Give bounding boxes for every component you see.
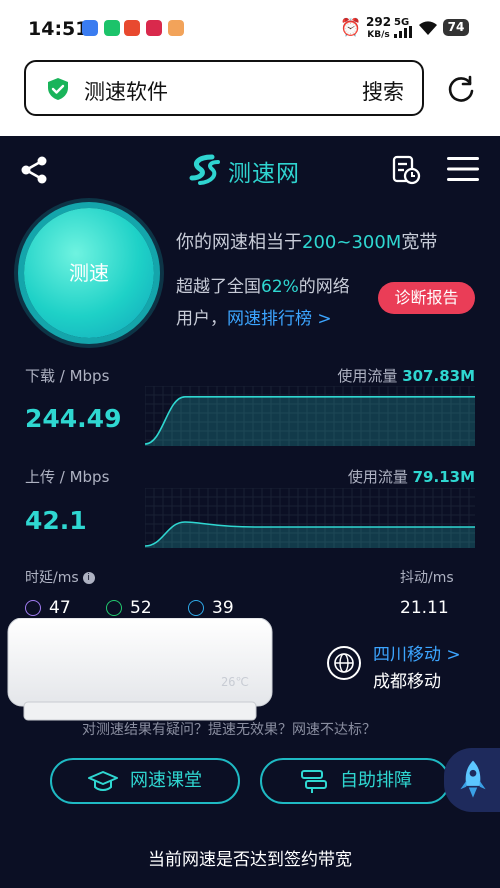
jitter-label: 抖动/ms xyxy=(400,570,454,586)
app-notification-icon xyxy=(82,20,98,36)
signpost-icon xyxy=(301,770,327,793)
upload-label: 上传 / Mbps xyxy=(25,468,110,486)
speed-classroom-button[interactable]: 网速课堂 xyxy=(50,758,240,804)
refresh-icon[interactable] xyxy=(446,74,476,104)
globe-icon xyxy=(327,646,361,680)
latency-label: 时延/ms i xyxy=(25,567,95,587)
app-title: 测速网 xyxy=(228,161,300,187)
exceed-suffix: 的网络 xyxy=(298,277,350,297)
up-latency-number: 39 xyxy=(212,598,234,618)
summary-suffix: 宽带 xyxy=(401,232,438,253)
download-usage-label: 使用流量 xyxy=(337,367,398,385)
shop-notification-icon xyxy=(124,20,140,36)
jitter-value: 21.11 xyxy=(400,598,449,618)
search-query[interactable]: 测速软件 xyxy=(84,76,168,106)
history-icon[interactable] xyxy=(390,154,422,186)
upload-arrow-icon xyxy=(188,600,204,616)
speed-classroom-label: 网速课堂 xyxy=(130,770,202,791)
download-arrow-icon xyxy=(106,600,122,616)
app-header: 测速网 xyxy=(0,136,500,206)
air-conditioner-ad[interactable]: 26℃ xyxy=(6,618,274,724)
upload-speed: 42.1 xyxy=(25,506,87,535)
rank-text: 用户，网速排行榜 > xyxy=(176,304,332,329)
up-latency: 39 xyxy=(188,598,234,618)
share-icon[interactable] xyxy=(18,154,50,186)
download-usage-value: 307.83M xyxy=(402,367,475,385)
carrier-city: 成都移动 xyxy=(373,672,441,692)
wifi-icon xyxy=(419,21,437,35)
ranking-link[interactable]: 网速排行榜 > xyxy=(227,309,332,329)
logo-icon xyxy=(189,154,220,185)
rocket-icon xyxy=(460,760,486,798)
video-notification-icon xyxy=(146,20,162,36)
status-time: 14:51 xyxy=(28,18,89,40)
download-label: 下载 / Mbps xyxy=(25,367,110,385)
alarm-icon: ⏰ xyxy=(340,18,362,38)
download-speed: 244.49 xyxy=(25,404,122,433)
ping-value: 47 xyxy=(25,598,71,618)
ping-icon xyxy=(25,600,41,616)
menu-icon[interactable] xyxy=(447,156,479,182)
summary-prefix: 你的网速相当于 xyxy=(176,232,302,253)
upload-chart xyxy=(145,488,475,548)
shield-check-icon xyxy=(48,78,68,100)
exceed-text: 超越了全国62%的网络 xyxy=(176,272,350,297)
net-speed: 292 KB/s xyxy=(366,15,392,40)
ping-number: 47 xyxy=(49,598,71,618)
graduation-cap-icon xyxy=(88,771,118,791)
diagnose-report-button[interactable]: 诊断报告 xyxy=(378,282,475,314)
carrier-link[interactable]: 四川移动 > xyxy=(373,640,461,665)
download-curve-area xyxy=(145,396,475,446)
down-latency: 52 xyxy=(106,598,152,618)
self-troubleshoot-button[interactable]: 自助排障 xyxy=(260,758,450,804)
question-text: 对测速结果有疑问？提速无效果？网速不达标？ xyxy=(82,722,376,738)
call-notification-icon xyxy=(104,20,120,36)
down-latency-number: 52 xyxy=(130,598,152,618)
upload-usage: 使用流量 79.13M xyxy=(348,466,475,487)
exceed-percent: 62% xyxy=(261,277,299,297)
search-button[interactable]: 搜索 xyxy=(362,76,404,106)
download-chart xyxy=(145,386,475,446)
exceed-prefix: 超越了全国 xyxy=(176,277,261,297)
upload-curve-area xyxy=(145,522,475,548)
summary-value: 200~300M xyxy=(302,232,402,253)
upload-usage-label: 使用流量 xyxy=(347,468,408,486)
rocket-button[interactable] xyxy=(444,748,500,812)
battery-indicator: 74 xyxy=(443,19,469,36)
bottom-question: 当前网速是否达到签约带宽 xyxy=(148,850,352,870)
pet-notification-icon xyxy=(168,20,184,36)
speedtest-button[interactable]: 测速 xyxy=(24,208,154,338)
info-icon[interactable]: i xyxy=(82,572,95,584)
status-bar: 14:51 ⏰ 292 KB/s 5G 74 xyxy=(0,0,500,56)
browser-bar: 测速软件 搜索 xyxy=(0,56,500,136)
ac-temp-display: 26℃ xyxy=(221,675,249,689)
users-prefix: 用户， xyxy=(176,309,227,329)
signal-icon xyxy=(394,26,412,38)
latency-label-text: 时延/ms xyxy=(25,570,79,586)
upload-usage-value: 79.13M xyxy=(412,468,475,486)
self-troubleshoot-label: 自助排障 xyxy=(340,770,412,791)
download-usage: 使用流量 307.83M xyxy=(337,365,475,386)
speed-summary: 你的网速相当于200~300M宽带 xyxy=(176,228,437,254)
search-field[interactable]: 测速软件 搜索 xyxy=(24,60,424,116)
